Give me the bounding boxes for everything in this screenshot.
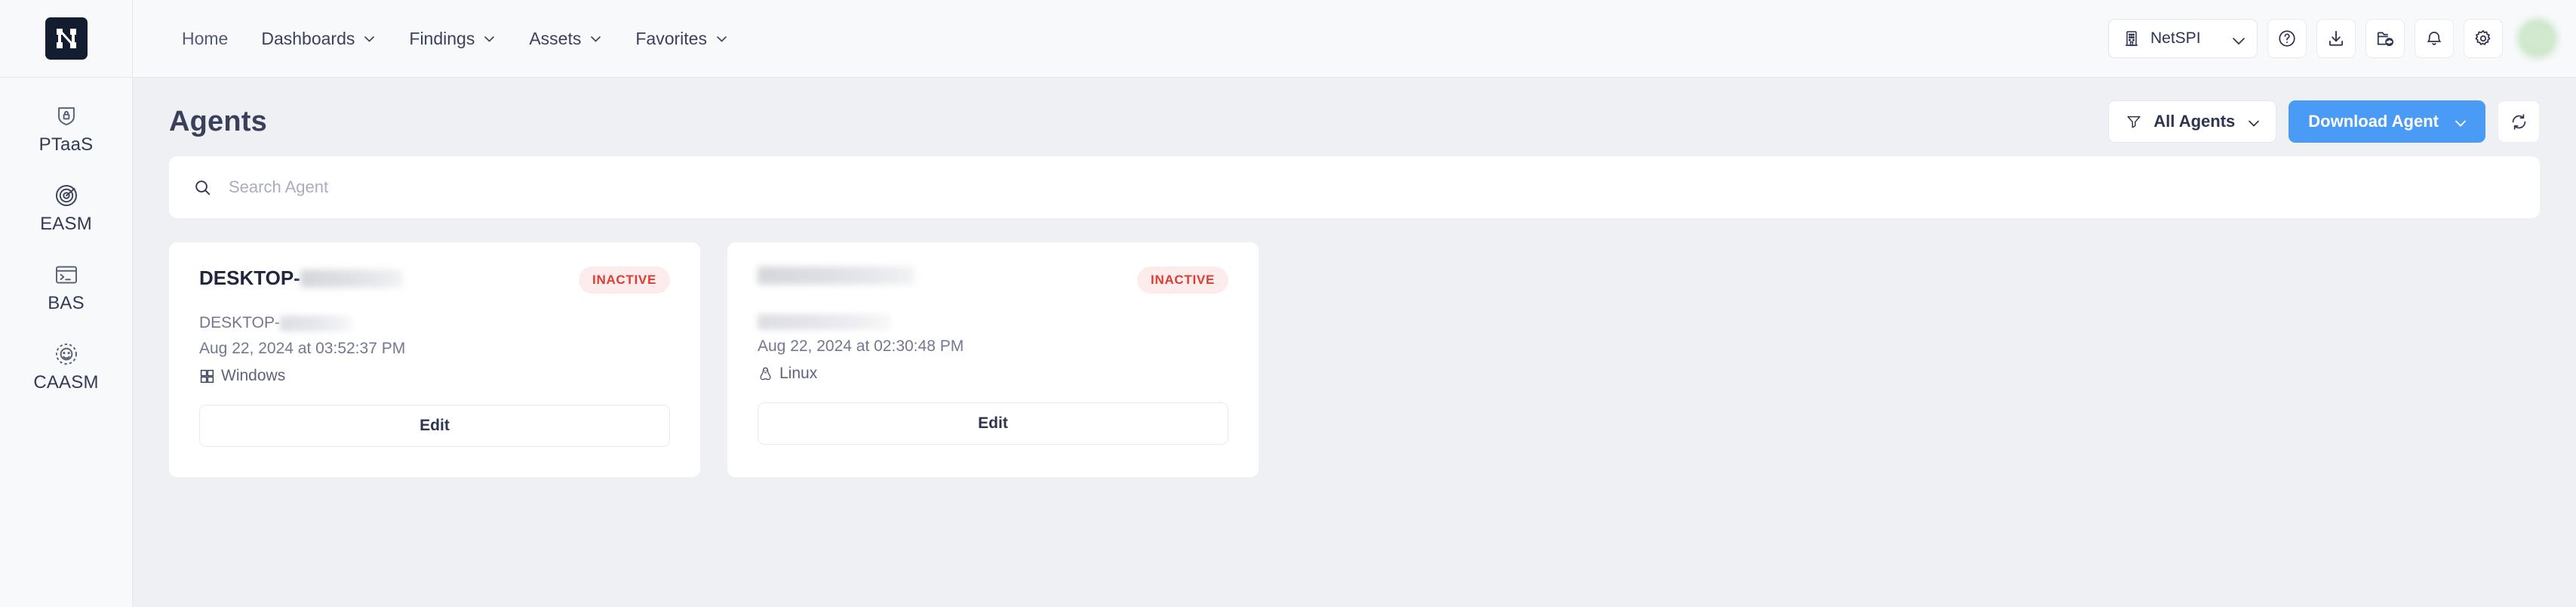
primary-navigation: Home Dashboards Findings Assets Favorite… bbox=[133, 22, 745, 56]
chevron-down-icon bbox=[589, 32, 602, 45]
agent-card-list: DESKTOP- INACTIVE DESKTOP- Aug 22, 2024 … bbox=[169, 242, 2540, 477]
nav-item-label: Favorites bbox=[635, 28, 707, 48]
sidebar-item-label: BAS bbox=[48, 293, 85, 313]
download-agent-label: Download Agent bbox=[2308, 112, 2439, 131]
refresh-button[interactable] bbox=[2498, 100, 2540, 143]
edit-agent-button[interactable]: Edit bbox=[758, 402, 1228, 445]
agent-os: Windows bbox=[199, 367, 670, 385]
agent-card-header: DESKTOP- INACTIVE bbox=[199, 267, 670, 294]
filter-funnel-icon bbox=[2126, 113, 2142, 130]
redacted-agent-hostname bbox=[758, 314, 890, 330]
top-header: Home Dashboards Findings Assets Favorite… bbox=[0, 0, 2576, 78]
settings-gear-icon bbox=[2473, 29, 2493, 48]
refresh-icon bbox=[2510, 112, 2528, 131]
agent-os-label: Windows bbox=[221, 367, 286, 384]
terminal-icon bbox=[54, 262, 79, 288]
agent-card[interactable]: DESKTOP- INACTIVE DESKTOP- Aug 22, 2024 … bbox=[169, 242, 700, 477]
redacted-agent-name bbox=[300, 269, 403, 288]
agent-hostname: DESKTOP- bbox=[199, 314, 670, 332]
target-radar-icon bbox=[54, 183, 79, 208]
folder-sync-button[interactable] bbox=[2365, 19, 2405, 58]
main-content: Agents All Agents Download Agent Search … bbox=[133, 78, 2576, 607]
page-title: Agents bbox=[169, 105, 267, 137]
redacted-agent-name bbox=[758, 267, 915, 285]
chevron-down-icon bbox=[363, 32, 376, 45]
download-button[interactable] bbox=[2316, 19, 2356, 58]
nav-item-assets[interactable]: Assets bbox=[512, 22, 619, 56]
download-icon bbox=[2326, 29, 2346, 48]
sidebar-item-label: PTaaS bbox=[38, 134, 94, 155]
sidebar-item-easm[interactable]: EASM bbox=[0, 183, 132, 235]
network-node-icon bbox=[54, 341, 79, 367]
notifications-button[interactable] bbox=[2415, 19, 2454, 58]
agent-hostname bbox=[758, 314, 1228, 330]
nav-item-label: Findings bbox=[409, 28, 475, 48]
agent-card-header: INACTIVE bbox=[758, 267, 1228, 294]
user-avatar[interactable] bbox=[2517, 18, 2558, 59]
search-input[interactable] bbox=[229, 177, 2516, 197]
nav-item-favorites[interactable]: Favorites bbox=[619, 22, 745, 56]
sidebar-item-label: EASM bbox=[40, 214, 92, 234]
brand-logo[interactable] bbox=[0, 0, 133, 77]
nav-item-home[interactable]: Home bbox=[165, 22, 244, 56]
body-row: PTaaS EASM BAS CAASM Agents All Agents D… bbox=[0, 78, 2576, 607]
sidebar-item-caasm[interactable]: CAASM bbox=[0, 341, 132, 393]
notification-bell-icon bbox=[2424, 29, 2444, 48]
agent-name bbox=[758, 267, 915, 285]
header-actions: NetSPI bbox=[2108, 18, 2576, 59]
building-icon bbox=[2123, 29, 2141, 48]
chevron-down-icon bbox=[2246, 116, 2260, 128]
download-agent-button[interactable]: Download Agent bbox=[2289, 100, 2485, 143]
folder-sync-icon bbox=[2375, 29, 2395, 48]
sidebar-item-bas[interactable]: BAS bbox=[0, 262, 132, 314]
status-badge: INACTIVE bbox=[1137, 267, 1228, 294]
edit-agent-button[interactable]: Edit bbox=[199, 405, 670, 447]
chevron-down-icon bbox=[2230, 32, 2245, 45]
help-button[interactable] bbox=[2267, 19, 2307, 58]
agent-name: DESKTOP- bbox=[199, 267, 403, 290]
help-icon bbox=[2277, 29, 2297, 48]
application-root: Home Dashboards Findings Assets Favorite… bbox=[0, 0, 2576, 607]
netspi-logo-icon bbox=[45, 17, 88, 60]
organization-name: NetSPI bbox=[2150, 29, 2201, 47]
status-badge: INACTIVE bbox=[579, 267, 670, 294]
nav-item-findings[interactable]: Findings bbox=[392, 22, 512, 56]
left-sidebar: PTaaS EASM BAS CAASM bbox=[0, 78, 133, 607]
redacted-agent-hostname bbox=[279, 315, 352, 331]
agent-card[interactable]: INACTIVE Aug 22, 2024 at 02:30:48 PM Lin… bbox=[727, 242, 1259, 477]
agent-timestamp: Aug 22, 2024 at 02:30:48 PM bbox=[758, 337, 964, 355]
sidebar-item-label: CAASM bbox=[33, 372, 99, 393]
agent-timestamp: Aug 22, 2024 at 03:52:37 PM bbox=[199, 340, 406, 357]
page-actions: All Agents Download Agent bbox=[2108, 100, 2540, 143]
windows-icon bbox=[199, 368, 215, 384]
organization-selector[interactable]: NetSPI bbox=[2108, 19, 2258, 58]
nav-item-label: Dashboards bbox=[261, 28, 355, 48]
page-header: Agents All Agents Download Agent bbox=[169, 78, 2540, 156]
nav-item-label: Assets bbox=[529, 28, 582, 48]
settings-button[interactable] bbox=[2464, 19, 2503, 58]
agent-name-text: DESKTOP- bbox=[199, 267, 300, 289]
search-bar[interactable] bbox=[169, 156, 2540, 218]
filter-label: All Agents bbox=[2153, 112, 2236, 131]
nav-item-label: Home bbox=[182, 28, 229, 48]
linux-penguin-icon bbox=[758, 366, 773, 382]
agent-os: Linux bbox=[758, 365, 1228, 383]
chevron-down-icon bbox=[715, 32, 728, 45]
agent-hostname-text: DESKTOP- bbox=[199, 314, 280, 331]
sidebar-item-ptaas[interactable]: PTaaS bbox=[0, 103, 132, 156]
agent-os-label: Linux bbox=[779, 365, 818, 382]
chevron-down-icon bbox=[2453, 116, 2466, 128]
nav-item-dashboards[interactable]: Dashboards bbox=[244, 22, 392, 56]
all-agents-filter-button[interactable]: All Agents bbox=[2108, 100, 2277, 143]
chevron-down-icon bbox=[483, 32, 496, 45]
search-icon bbox=[193, 178, 212, 197]
shield-lock-icon bbox=[54, 103, 79, 129]
